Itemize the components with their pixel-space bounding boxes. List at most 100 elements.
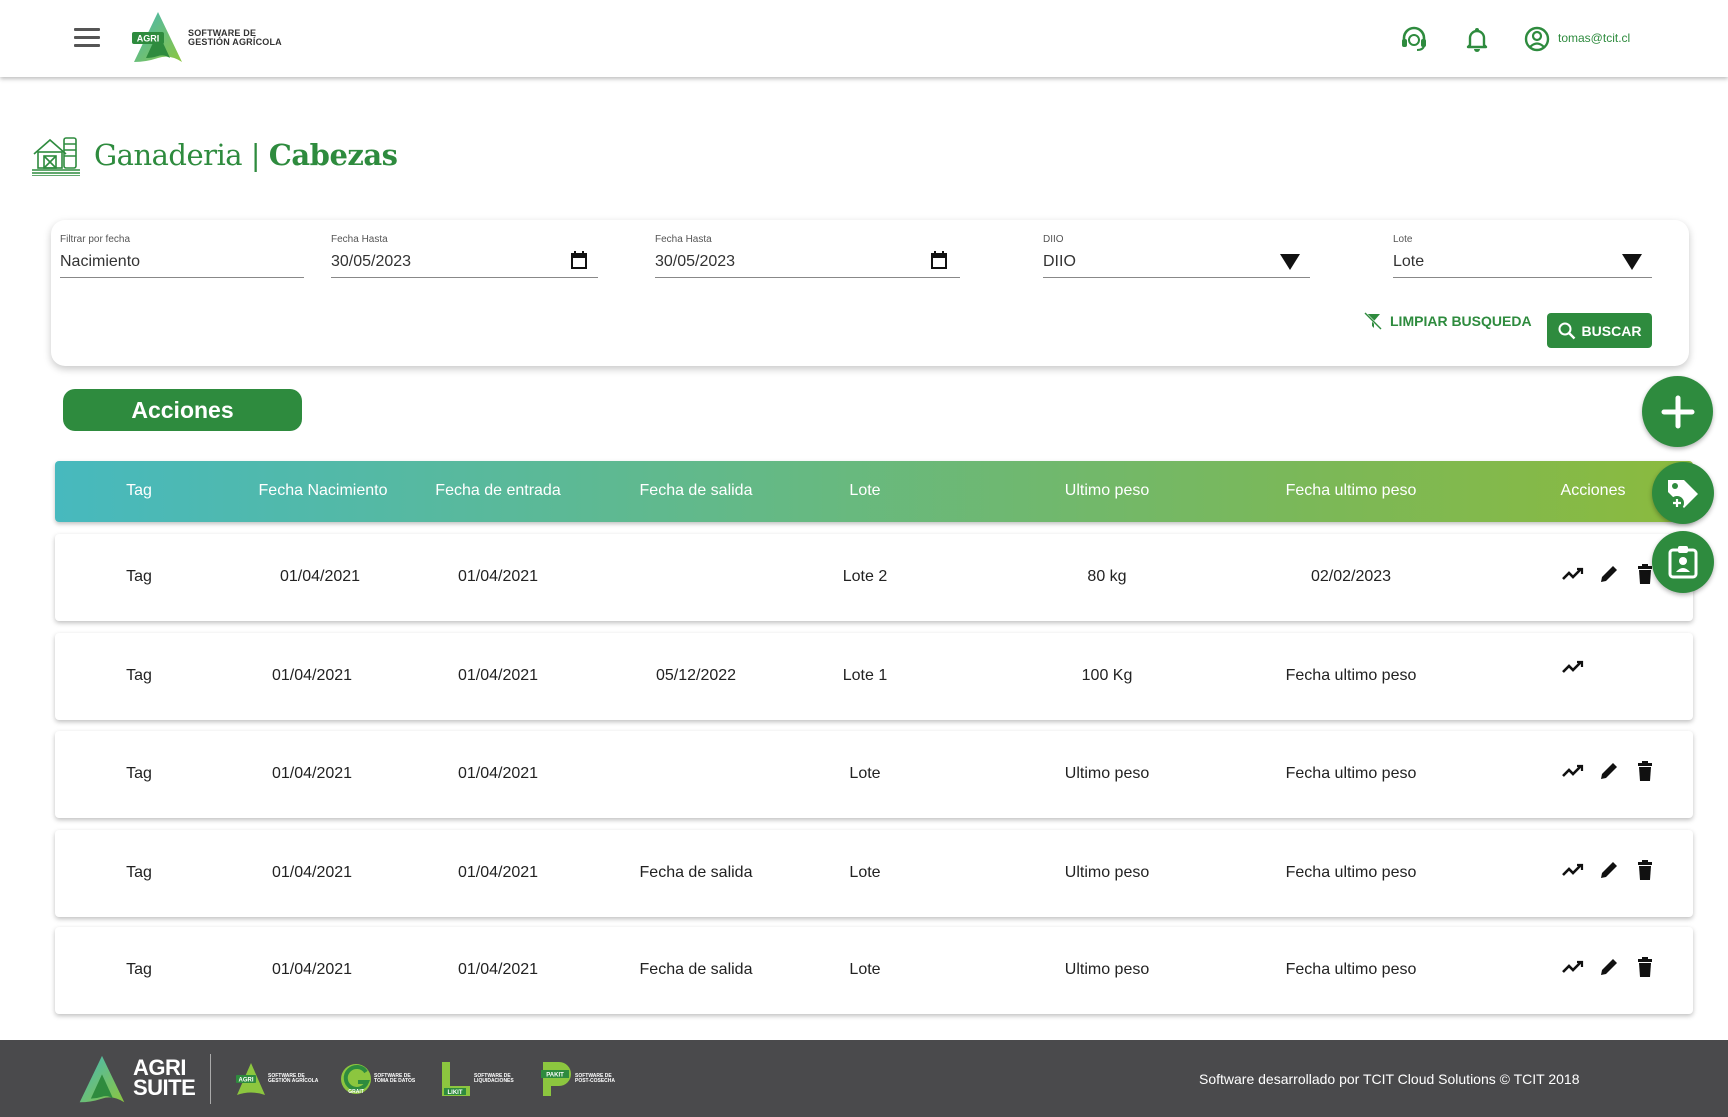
- trending-icon[interactable]: [1561, 759, 1585, 783]
- notification-bell-icon[interactable]: [1462, 24, 1492, 54]
- date-to-field-1[interactable]: Fecha Hasta 30/05/2023: [331, 234, 598, 278]
- trending-icon[interactable]: [1561, 655, 1585, 679]
- calendar-icon[interactable]: [930, 250, 948, 270]
- table-row[interactable]: Tag 01/04/2021 01/04/2021 05/12/2022 Lot…: [55, 633, 1693, 720]
- table-row[interactable]: Tag 01/04/2021 01/04/2021 Fecha de salid…: [55, 830, 1693, 917]
- column-header-fecha-salida[interactable]: Fecha de salida: [640, 482, 753, 500]
- product-logo-likit[interactable]: LIKIT SOFTWARE DE LIQUIDACIONES: [440, 1062, 514, 1096]
- cell-ultimo-peso: Ultimo peso: [1064, 765, 1150, 782]
- cell-tag: Tag: [126, 765, 152, 782]
- actions-button[interactable]: Acciones: [63, 389, 302, 431]
- delete-trash-icon[interactable]: [1633, 759, 1657, 783]
- edit-pencil-icon[interactable]: [1597, 858, 1621, 882]
- cell-fecha-nacimiento: 01/04/2021: [271, 765, 353, 782]
- clear-search-button[interactable]: LIMPIAR BUSQUEDA: [1364, 312, 1532, 330]
- dropdown-arrow-icon[interactable]: [1622, 254, 1642, 270]
- edit-pencil-icon[interactable]: [1597, 562, 1621, 586]
- cell-fecha-ultimo-peso: Fecha ultimo peso: [1285, 765, 1417, 782]
- page-title: Ganaderia | Cabezas: [94, 138, 398, 172]
- column-header-fecha-ultimo-peso[interactable]: Fecha ultimo peso: [1286, 482, 1417, 500]
- cell-lote: Lote 2: [842, 568, 888, 585]
- pakit-product-icon: PAKIT: [541, 1062, 571, 1096]
- cell-tag: Tag: [126, 864, 152, 881]
- add-tag-button[interactable]: [1652, 462, 1714, 524]
- delete-trash-icon[interactable]: [1633, 858, 1657, 882]
- cell-fecha-entrada: 01/04/2021: [457, 568, 539, 585]
- top-app-bar: AGRI SOFTWARE DE GESTIÓN AGRÍCOLA tomas@…: [0, 0, 1728, 77]
- user-email[interactable]: tomas@tcit.cl: [1558, 31, 1630, 45]
- cell-tag: Tag: [126, 568, 152, 585]
- add-button[interactable]: [1642, 376, 1713, 447]
- agri-product-icon: AGRI: [236, 1063, 265, 1095]
- logo-badge: AGRI: [137, 34, 160, 44]
- cell-tag: Tag: [126, 667, 152, 684]
- filter-panel: Filtrar por fecha Nacimiento Fecha Hasta…: [51, 220, 1689, 366]
- column-header-lote[interactable]: Lote: [849, 482, 880, 500]
- cell-fecha-ultimo-peso: Fecha ultimo peso: [1285, 961, 1417, 978]
- farm-barn-icon: [32, 137, 80, 176]
- cell-lote: Lote: [849, 864, 881, 881]
- svg-text:AGRI: AGRI: [239, 1078, 254, 1084]
- grait-product-icon: GRAIT: [341, 1064, 371, 1095]
- trending-icon[interactable]: [1561, 562, 1585, 586]
- table-row[interactable]: Tag 01/04/2021 01/04/2021 Lote Ultimo pe…: [55, 731, 1693, 818]
- cell-lote: Lote: [849, 961, 881, 978]
- plus-icon: [1661, 395, 1694, 428]
- diio-select[interactable]: DIIO DIIO: [1043, 234, 1310, 278]
- report-button[interactable]: [1652, 531, 1714, 593]
- column-header-acciones: Acciones: [1560, 482, 1626, 499]
- tag-plus-icon: [1668, 480, 1698, 510]
- cell-fecha-ultimo-peso: Fecha ultimo peso: [1285, 864, 1417, 881]
- cell-fecha-nacimiento: 01/04/2021: [271, 864, 353, 881]
- search-icon: [1558, 322, 1575, 339]
- cell-ultimo-peso: 80 kg: [1087, 568, 1127, 585]
- agrisuite-brand: AGRI SUITE: [133, 1055, 196, 1100]
- svg-text:LIKIT: LIKIT: [448, 1090, 463, 1096]
- edit-pencil-icon[interactable]: [1597, 759, 1621, 783]
- agrisuite-logo-mark-icon: [79, 1055, 125, 1103]
- delete-trash-icon[interactable]: [1633, 955, 1657, 979]
- dropdown-arrow-icon[interactable]: [1280, 254, 1300, 270]
- cell-fecha-nacimiento: 01/04/2021: [271, 667, 353, 684]
- table-row[interactable]: Tag 01/04/2021 01/04/2021 Lote 2 80 kg 0…: [55, 534, 1693, 621]
- column-header-fecha-nacimiento[interactable]: Fecha Nacimiento: [259, 482, 388, 500]
- cell-tag: Tag: [126, 961, 152, 978]
- logo-caption: SOFTWARE DE GESTIÓN AGRÍCOLA: [188, 28, 282, 47]
- cell-fecha-salida: Fecha de salida: [639, 864, 753, 881]
- trending-icon[interactable]: [1561, 858, 1585, 882]
- cell-fecha-ultimo-peso: 02/02/2023: [1310, 568, 1392, 585]
- product-logo-pakit[interactable]: PAKIT SOFTWARE DE POST-COSECHA: [541, 1062, 615, 1096]
- footer-credit: Software desarrollado por TCIT Cloud Sol…: [1199, 1071, 1580, 1087]
- trending-icon[interactable]: [1561, 955, 1585, 979]
- column-header-ultimo-peso[interactable]: Ultimo peso: [1065, 482, 1149, 500]
- cell-fecha-entrada: 01/04/2021: [457, 961, 539, 978]
- cell-ultimo-peso: Ultimo peso: [1064, 961, 1150, 978]
- cell-fecha-nacimiento: 01/04/2021: [271, 961, 353, 978]
- product-logo-grait[interactable]: GRAIT SOFTWARE DE TOMA DE DATOS: [340, 1062, 415, 1096]
- table-row[interactable]: Tag 01/04/2021 01/04/2021 Fecha de salid…: [55, 927, 1693, 1014]
- search-button[interactable]: BUSCAR: [1547, 313, 1652, 348]
- calendar-icon[interactable]: [570, 250, 588, 270]
- cell-fecha-ultimo-peso: Fecha ultimo peso: [1285, 667, 1417, 684]
- cell-fecha-entrada: 01/04/2021: [457, 765, 539, 782]
- cell-fecha-entrada: 01/04/2021: [457, 864, 539, 881]
- support-agent-icon[interactable]: [1399, 24, 1429, 54]
- cell-fecha-salida: 05/12/2022: [655, 667, 737, 684]
- cell-lote: Lote: [849, 765, 881, 782]
- account-circle-icon[interactable]: [1522, 24, 1552, 54]
- lote-select[interactable]: Lote Lote: [1393, 234, 1652, 278]
- date-to-field-2[interactable]: Fecha Hasta 30/05/2023: [655, 234, 960, 278]
- column-header-tag[interactable]: Tag: [126, 482, 152, 500]
- edit-pencil-icon[interactable]: [1597, 955, 1621, 979]
- menu-icon[interactable]: [74, 28, 100, 48]
- app-logo[interactable]: AGRI SOFTWARE DE GESTIÓN AGRÍCOLA: [130, 10, 282, 66]
- filter-date-type-field[interactable]: Filtrar por fecha Nacimiento: [60, 234, 304, 278]
- column-header-fecha-entrada[interactable]: Fecha de entrada: [435, 482, 560, 500]
- svg-text:PAKIT: PAKIT: [546, 1073, 564, 1079]
- footer-divider: [210, 1054, 211, 1104]
- cell-fecha-nacimiento: 01/04/2021: [279, 568, 361, 585]
- clipboard-account-icon: [1668, 546, 1698, 579]
- product-logo-agri[interactable]: AGRI SOFTWARE DE GESTIÓN AGRÍCOLA: [236, 1062, 318, 1096]
- filter-off-icon: [1364, 312, 1382, 330]
- cell-lote: Lote 1: [842, 667, 888, 684]
